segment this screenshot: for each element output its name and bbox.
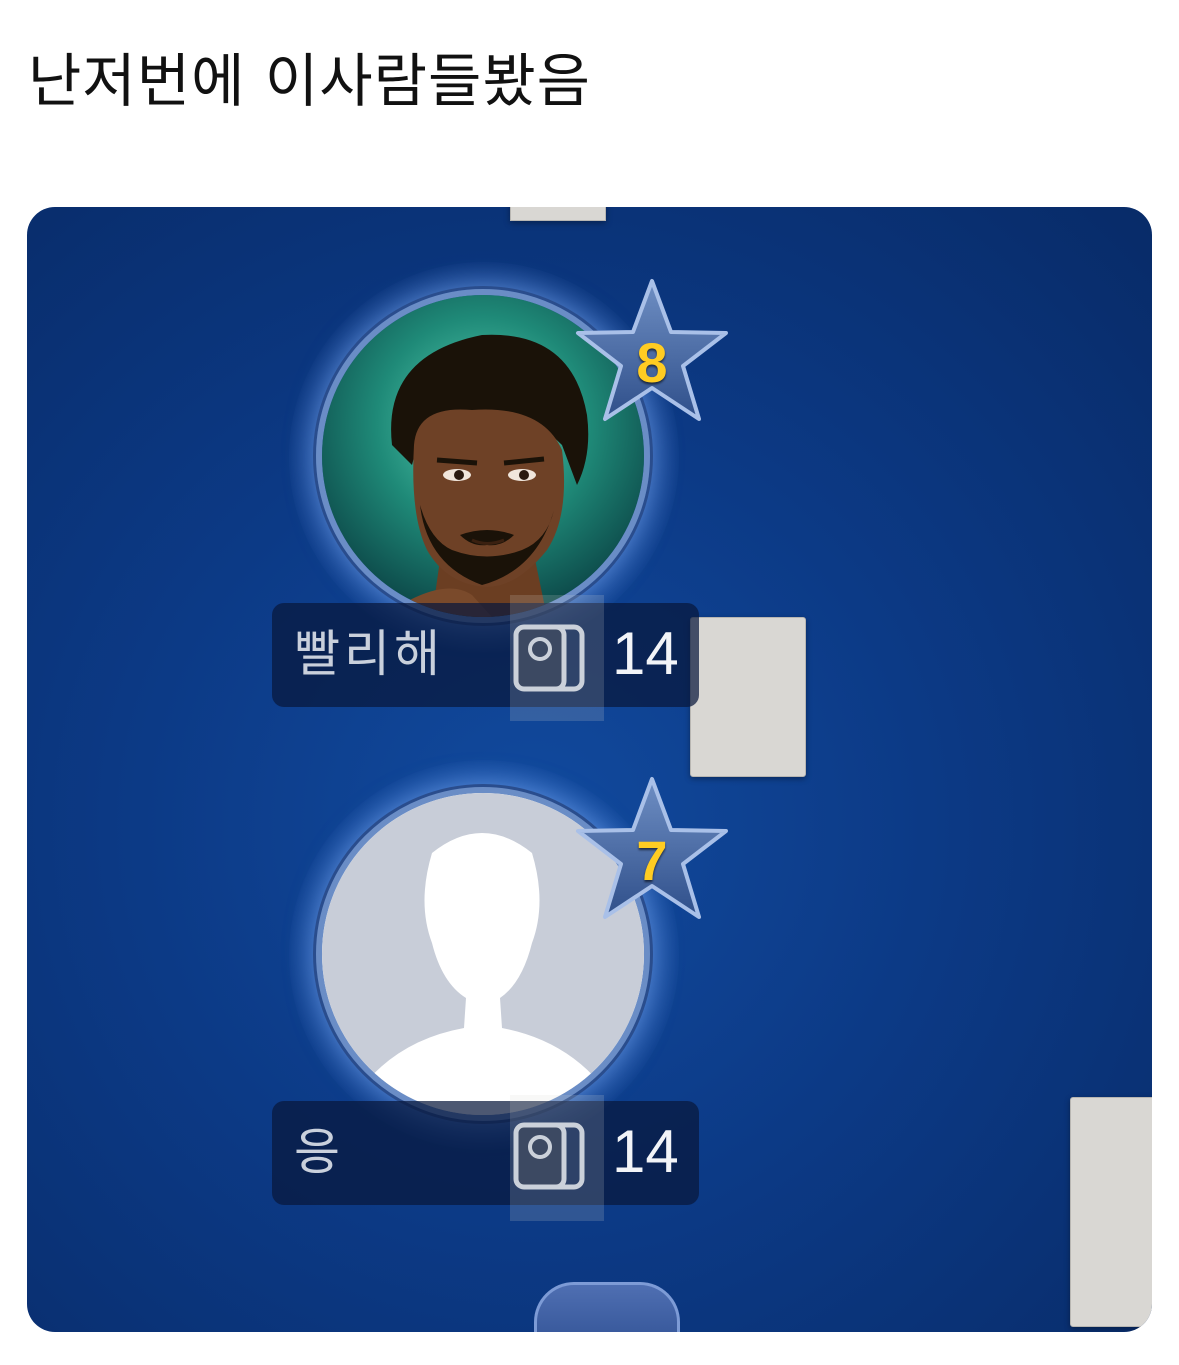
level-star-badge: 7 <box>572 775 732 931</box>
player-nameplate: 응 14 <box>272 1101 699 1205</box>
card-top-edge <box>510 207 606 221</box>
card-right-2 <box>1070 1097 1152 1327</box>
player-name: 빨리해 <box>294 625 444 683</box>
post-text: 난저번에 이사람들봤음 <box>28 47 592 115</box>
player-level: 7 <box>636 829 668 892</box>
card-count: 14 <box>612 620 679 687</box>
hand-card-overlay <box>510 595 604 721</box>
card-count: 14 <box>612 1118 679 1185</box>
hand-card-overlay <box>510 1095 604 1221</box>
card-right-1 <box>690 617 806 777</box>
level-star-badge: 8 <box>572 277 732 433</box>
player-name: 응 <box>294 1123 344 1181</box>
more-button[interactable]: ••• <box>534 1282 680 1332</box>
player-level: 8 <box>636 331 668 394</box>
player-nameplate: 빨리해 14 <box>272 603 699 707</box>
ellipsis-icon: ••• <box>537 1323 677 1332</box>
game-screenshot: 8 빨리해 14 7 응 14 <box>27 207 1152 1332</box>
